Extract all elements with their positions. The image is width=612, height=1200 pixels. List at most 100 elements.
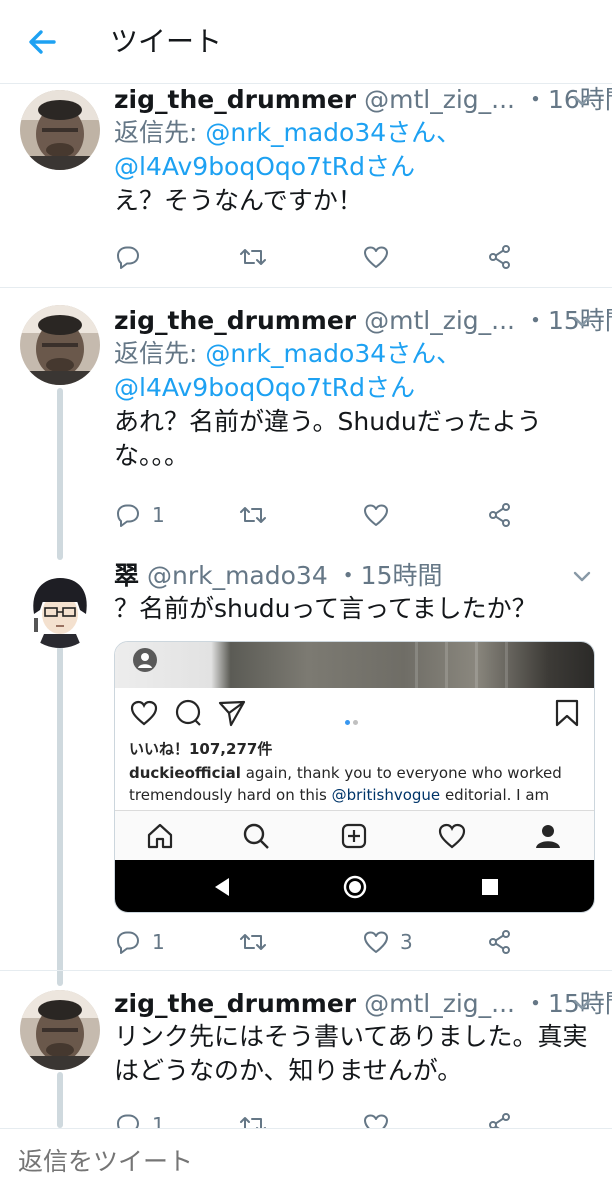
mention-link[interactable]: @nrk_mado34さん、 [205,339,461,368]
reply-button[interactable]: 1 [114,927,165,957]
heart-icon [364,504,388,526]
display-name[interactable]: zig_the_drummer [114,989,356,1018]
reply-input[interactable] [18,1145,578,1179]
photo-strip [115,642,594,688]
recents-square-icon [482,879,498,895]
like-button[interactable] [362,500,390,530]
back-arrow-icon[interactable] [24,24,60,60]
add-post-icon [341,823,367,849]
tweet-text-line: な。。。 [114,441,190,470]
comment-icon [175,699,201,726]
mention-link[interactable]: @l4Av9boqOqo7tRdさん [114,373,415,402]
retweet-icon [240,249,266,265]
like-count: 3 [400,930,413,954]
reply-to: 返信先: @nrk_mado34さん、 [114,337,461,371]
handle[interactable]: @mtl_zig_... [364,306,515,335]
reply-compose-bar [0,1128,612,1200]
share-icon [489,930,510,954]
reply-to-line2: @l4Av9boqOqo7tRdさん [114,150,415,184]
avatar[interactable] [20,990,100,1070]
retweet-button[interactable] [239,242,267,272]
android-nav-bar [115,860,594,912]
mention-link[interactable]: @nrk_mado34さん、 [205,118,461,147]
timestamp: ・15時間 [335,561,443,590]
tweet-text: え？そうなんですか！ [114,186,363,215]
share-button[interactable] [486,242,514,272]
user-icon [133,648,157,672]
like-button[interactable]: 3 [362,927,413,957]
handle[interactable]: @nrk_mado34 [147,561,328,590]
reply-count: 1 [152,503,165,527]
caption-username: duckieofficial [129,764,241,782]
bookmark-icon [555,699,579,727]
tweet-text-line: あれ？名前が違う。Shuduだったよう [114,407,542,436]
avatar[interactable] [20,90,100,170]
display-name[interactable]: zig_the_drummer [114,85,356,114]
reply-button[interactable] [114,242,152,272]
retweet-button[interactable] [239,927,267,957]
chevron-down-icon[interactable] [570,88,594,112]
top-bar: ツイート [0,0,612,84]
handle[interactable]: @mtl_zig_... [364,85,515,114]
handle[interactable]: @mtl_zig_... [364,989,515,1018]
tweet[interactable]: zig_the_drummer @mtl_zig_... ・15時間 返信先: … [0,305,612,550]
tweet-actions [114,242,584,272]
reply-count: 1 [152,930,165,954]
page-title: ツイート [110,25,223,58]
share-icon [489,245,510,269]
reply-icon [117,246,139,269]
timestamp: ・15時間 [522,989,612,1018]
tweet-header: zig_the_drummer @mtl_zig_... ・15時間 [114,988,612,1020]
tweet-text-line: はどうなのか、知りませんが。 [114,1056,463,1085]
divider [0,970,612,971]
chevron-down-icon[interactable] [570,564,594,588]
mention-link[interactable]: @l4Av9boqOqo7tRdさん [114,152,415,181]
tweet[interactable]: zig_the_drummer @mtl_zig_... ・16時間 返信先: … [0,84,612,286]
share-icon [489,503,510,527]
reply-to-line2: @l4Av9boqOqo7tRdさん [114,371,415,405]
tweet-header: zig_the_drummer @mtl_zig_... ・15時間 [114,305,612,337]
post-actions [115,698,594,730]
send-icon [218,700,246,727]
profile-icon [536,825,560,848]
like-button[interactable] [362,242,390,272]
retweet-icon [240,934,266,950]
share-button[interactable] [486,500,514,530]
heart-icon [364,246,388,268]
home-icon [147,823,173,849]
display-name[interactable]: zig_the_drummer [114,306,356,335]
retweet-icon [240,507,266,523]
carousel-dots [345,710,361,729]
timestamp: ・16時間 [522,85,612,114]
display-name[interactable]: 翠 [114,561,139,590]
avatar[interactable] [20,305,100,385]
like-total: いいね！107,277件 [129,740,273,758]
chevron-down-icon[interactable] [570,992,594,1016]
tweet[interactable]: zig_the_drummer @mtl_zig_... ・15時間 リンク先に… [0,988,612,1137]
caption-mention: @britishvogue [331,786,441,804]
reply-to-label: 返信先: [114,339,206,368]
back-triangle-icon [215,878,229,896]
heart-icon [364,931,388,953]
search-icon [243,823,269,849]
retweet-button[interactable] [239,500,267,530]
tweet-header: 翠 @nrk_mado34 ・15時間 [114,560,442,592]
tweet-text: ？名前がshuduって言ってましたか？ [114,594,537,623]
post-caption: duckieofficial again, thank you to every… [129,762,585,806]
reply-button[interactable]: 1 [114,500,165,530]
embedded-image[interactable]: いいね！107,277件 duckieofficial again, thank… [114,641,595,913]
tweet-header: zig_the_drummer @mtl_zig_... ・16時間 [114,84,612,116]
tweet-actions: 1 3 [114,927,584,957]
chevron-down-icon[interactable] [570,309,594,333]
reply-to: 返信先: @nrk_mado34さん、 [114,116,461,150]
avatar[interactable] [20,568,100,648]
reply-icon [117,931,139,954]
reply-to-label: 返信先: [114,118,206,147]
heart-icon [130,700,158,726]
home-circle-icon [343,875,367,899]
share-button[interactable] [486,927,514,957]
divider [0,287,612,288]
reply-icon [117,504,139,527]
heart-icon [438,823,466,849]
tweet-actions: 1 [114,500,584,530]
